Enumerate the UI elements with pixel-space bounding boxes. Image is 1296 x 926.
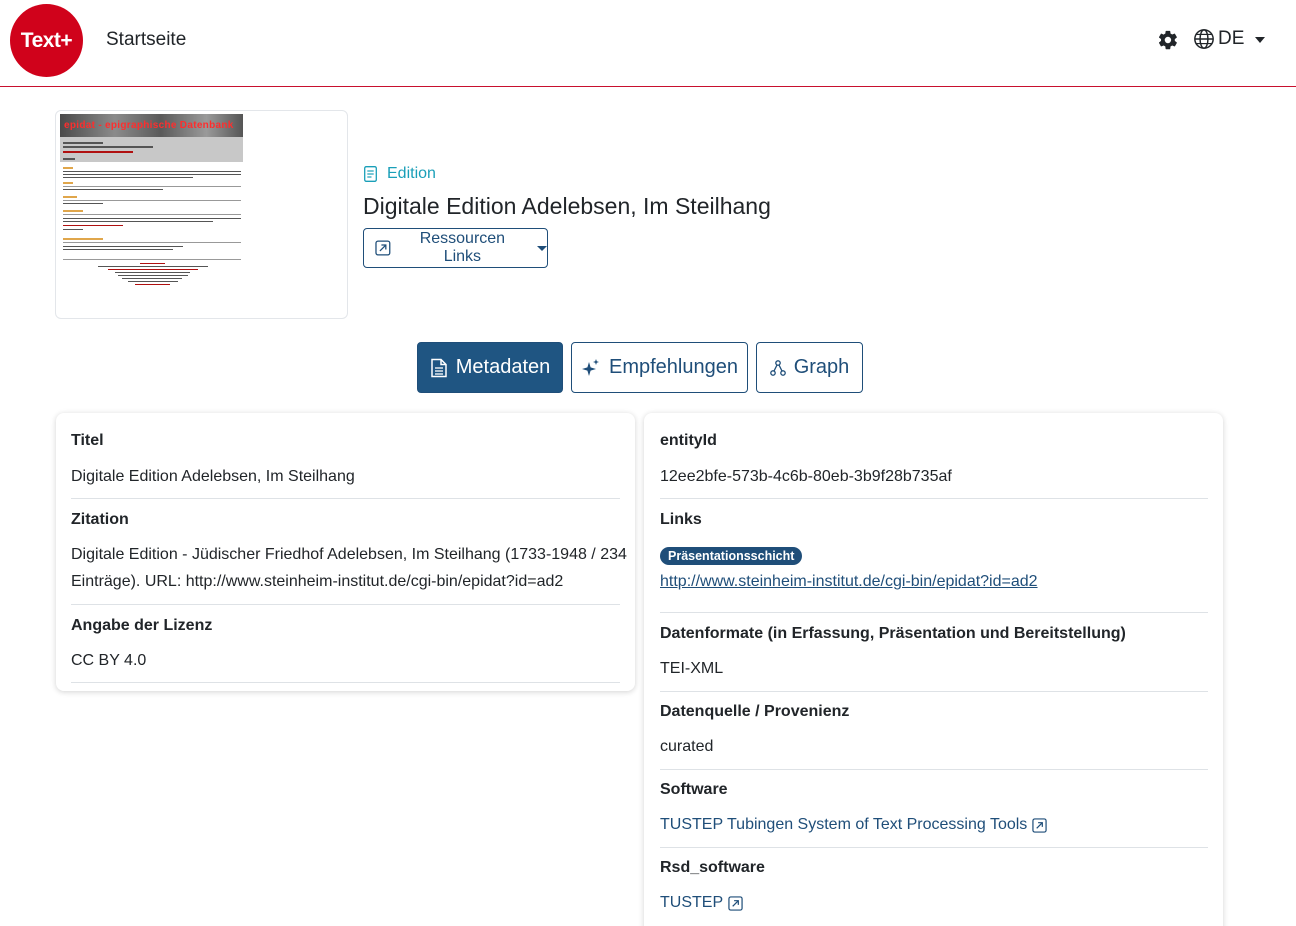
- field-label-entityid: entityId: [660, 432, 717, 449]
- field-label-zitation: Zitation: [71, 511, 129, 528]
- divider: [660, 612, 1208, 613]
- resource-type: Edition: [364, 165, 436, 183]
- tab-metadaten-label: Metadaten: [455, 356, 551, 378]
- top-header: Text+ Startseite DE: [0, 0, 1296, 87]
- field-value-titel: Digitale Edition Adelebsen, Im Steilhang: [71, 468, 355, 485]
- document-icon: [430, 358, 447, 377]
- thumbnail-banner-text: epidat - epigraphische Datenbank: [64, 120, 234, 131]
- external-link-icon: [1032, 817, 1047, 833]
- divider: [660, 691, 1208, 692]
- nav-home-link[interactable]: Startseite: [106, 29, 186, 51]
- caret-down-icon: [537, 245, 547, 251]
- external-link-icon: [375, 240, 391, 256]
- field-value-zitation-line2: Einträge). URL: http://www.steinheim-ins…: [71, 573, 564, 590]
- resource-thumbnail: epidat - epigraphische Datenbank: [60, 114, 243, 304]
- presentation-link[interactable]: http://www.steinheim-institut.de/cgi-bin…: [660, 573, 1038, 591]
- software-link[interactable]: TUSTEP Tubingen System of Text Processin…: [660, 816, 1047, 834]
- resource-thumbnail-card: epidat - epigraphische Datenbank: [55, 110, 348, 319]
- field-label-software: Software: [660, 781, 728, 798]
- graph-icon: [769, 359, 786, 376]
- gear-icon[interactable]: [1157, 29, 1179, 51]
- resource-title: Digitale Edition Adelebsen, Im Steilhang: [363, 193, 771, 219]
- language-selector[interactable]: DE: [1193, 28, 1266, 50]
- tab-empfehlungen-label: Empfehlungen: [609, 356, 738, 378]
- document-text-icon: [364, 166, 377, 182]
- divider: [71, 498, 620, 499]
- globe-icon: [1194, 29, 1214, 49]
- field-value-zitation-line1: Digitale Edition - Jüdischer Friedhof Ad…: [71, 546, 627, 563]
- field-label-datenquelle: Datenquelle / Provenienz: [660, 703, 850, 720]
- field-label-datenformate: Datenformate (in Erfassung, Präsentation…: [660, 625, 1126, 642]
- divider: [660, 769, 1208, 770]
- divider: [660, 498, 1208, 499]
- divider: [660, 847, 1208, 848]
- thumbnail-banner: epidat - epigraphische Datenbank: [60, 114, 243, 137]
- resource-links-label: Ressourcen Links: [419, 230, 506, 265]
- tab-graph-label: Graph: [793, 356, 850, 378]
- logo-text: Text+: [20, 28, 73, 52]
- external-link-icon: [728, 895, 743, 911]
- field-value-datenformate: TEI-XML: [660, 660, 724, 677]
- tab-metadaten[interactable]: Metadaten: [417, 342, 563, 393]
- rsd-software-link-text: TUSTEP: [660, 894, 724, 911]
- textplus-logo[interactable]: Text+: [10, 4, 83, 77]
- field-label-titel: Titel: [71, 432, 104, 449]
- field-value-datenquelle: curated: [660, 738, 714, 755]
- field-label-rsd-software: Rsd_software: [660, 859, 765, 876]
- rsd-software-link[interactable]: TUSTEP: [660, 894, 743, 912]
- metadata-card-left: Titel Digitale Edition Adelebsen, Im Ste…: [56, 413, 635, 691]
- field-label-lizenz: Angabe der Lizenz: [71, 617, 213, 634]
- resource-links-button[interactable]: Ressourcen Links: [363, 228, 548, 268]
- resource-type-label: Edition: [387, 165, 436, 182]
- language-label: DE: [1218, 28, 1245, 49]
- link-type-badge: Präsentationsschicht: [660, 547, 803, 565]
- sparkles-icon: [582, 358, 599, 376]
- tab-graph[interactable]: Graph: [756, 342, 863, 393]
- metadata-card-right: entityId 12ee2bfe-573b-4c6b-80eb-3b9f28b…: [644, 413, 1223, 926]
- software-link-text: TUSTEP Tubingen System of Text Processin…: [660, 816, 1028, 833]
- field-value-entityid: 12ee2bfe-573b-4c6b-80eb-3b9f28b735af: [660, 468, 952, 485]
- field-label-links: Links: [660, 511, 702, 528]
- divider: [71, 604, 620, 605]
- divider: [71, 682, 620, 683]
- tab-empfehlungen[interactable]: Empfehlungen: [571, 342, 748, 393]
- caret-down-icon: [1255, 36, 1266, 43]
- thumbnail-grey-band: [60, 137, 243, 162]
- field-value-lizenz: CC BY 4.0: [71, 652, 147, 669]
